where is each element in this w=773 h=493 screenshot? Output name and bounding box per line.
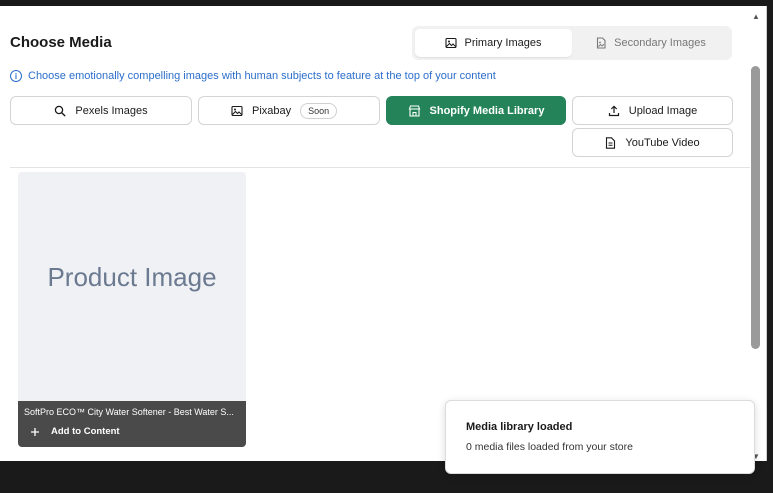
add-to-content-button[interactable]: Add to Content xyxy=(30,426,120,437)
image-type-tabs: Primary Images Secondary Images xyxy=(412,26,732,60)
media-card-overlay: SoftPro ECO™ City Water Softener - Best … xyxy=(18,401,246,447)
toast-message: 0 media files loaded from your store xyxy=(466,441,633,453)
image-file-icon xyxy=(595,37,607,49)
pexels-images-button[interactable]: Pexels Images xyxy=(10,96,192,125)
youtube-video-label: YouTube Video xyxy=(625,136,700,149)
info-hint: i Choose emotionally compelling images w… xyxy=(10,70,496,82)
tab-secondary-images-label: Secondary Images xyxy=(614,37,706,49)
info-icon: i xyxy=(10,70,22,82)
media-card[interactable]: Product Image SoftPro ECO™ City Water So… xyxy=(18,172,246,447)
pixabay-label: Pixabay xyxy=(252,104,292,117)
choose-media-modal: Choose Media Primary Images Secondary Im… xyxy=(0,6,767,461)
soon-badge: Soon xyxy=(300,102,338,119)
scroll-thumb[interactable] xyxy=(751,66,760,349)
media-card-caption: SoftPro ECO™ City Water Softener - Best … xyxy=(24,407,234,417)
scrollbar[interactable]: ▲ ▼ xyxy=(750,12,762,461)
plus-icon xyxy=(30,427,40,437)
tab-primary-images-label: Primary Images xyxy=(464,37,542,49)
document-icon xyxy=(605,136,616,149)
shopify-media-library-label: Shopify Media Library xyxy=(429,104,545,117)
youtube-video-button[interactable]: YouTube Video xyxy=(572,128,733,157)
pexels-images-label: Pexels Images xyxy=(75,104,148,117)
modal-header: Choose Media Primary Images Secondary Im… xyxy=(10,26,732,66)
search-icon xyxy=(54,105,66,117)
upload-image-button[interactable]: Upload Image xyxy=(572,96,733,125)
upload-image-label: Upload Image xyxy=(628,104,698,117)
shopify-media-library-button[interactable]: Shopify Media Library xyxy=(386,96,566,125)
store-icon xyxy=(408,104,421,117)
tab-secondary-images[interactable]: Secondary Images xyxy=(572,29,729,57)
pixabay-button[interactable]: Pixabay Soon xyxy=(198,96,380,125)
image-icon xyxy=(445,37,458,49)
divider xyxy=(10,167,750,168)
add-to-content-label: Add to Content xyxy=(51,426,120,437)
info-text: Choose emotionally compelling images wit… xyxy=(28,70,496,82)
toast-title: Media library loaded xyxy=(466,421,573,433)
modal-title: Choose Media xyxy=(10,34,112,51)
upload-icon xyxy=(608,104,620,117)
toast-notification: Media library loaded 0 media files loade… xyxy=(445,400,755,474)
product-image-placeholder: Product Image xyxy=(47,262,217,292)
scroll-up-arrow-icon[interactable]: ▲ xyxy=(752,12,760,21)
tab-primary-images[interactable]: Primary Images xyxy=(415,29,572,57)
image-icon xyxy=(231,105,243,117)
